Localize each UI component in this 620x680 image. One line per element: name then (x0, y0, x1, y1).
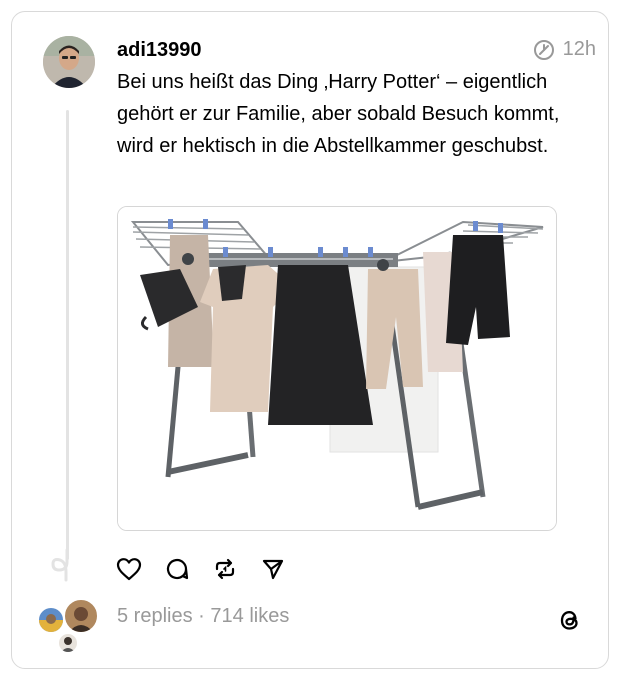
post-text: Bei uns heißt das Ding ‚Harry Potter‘ – … (117, 71, 560, 157)
send-icon (262, 559, 284, 580)
replies-count[interactable]: 5 replies (117, 605, 193, 627)
post-time[interactable]: 12h (563, 38, 596, 61)
repost-icon (215, 558, 235, 580)
repost-button[interactable] (212, 556, 238, 582)
reply-avatar (57, 632, 79, 654)
reply-avatar (37, 606, 65, 634)
reply-avatars[interactable] (37, 598, 99, 654)
edited-clock-icon (533, 39, 554, 60)
reply-avatar (63, 598, 99, 634)
author-avatar[interactable] (43, 36, 95, 88)
comment-icon (166, 558, 189, 580)
post-image[interactable] (117, 206, 557, 531)
share-button[interactable] (260, 556, 286, 582)
thread-curl (51, 548, 69, 582)
drying-rack-illustration (118, 207, 556, 530)
author-username[interactable]: adi13990 (117, 39, 202, 62)
post-meta: 12h (533, 38, 596, 61)
reply-button[interactable] (164, 556, 190, 582)
stats-separator: · (198, 605, 205, 627)
heart-icon (116, 558, 142, 581)
likes-count[interactable]: 714 likes (210, 605, 289, 627)
threads-logo-icon[interactable] (556, 606, 584, 634)
action-bar (116, 556, 286, 582)
thread-line (66, 110, 69, 560)
like-button[interactable] (116, 556, 142, 582)
post-stats: 5 replies · 714 likes (117, 605, 289, 628)
